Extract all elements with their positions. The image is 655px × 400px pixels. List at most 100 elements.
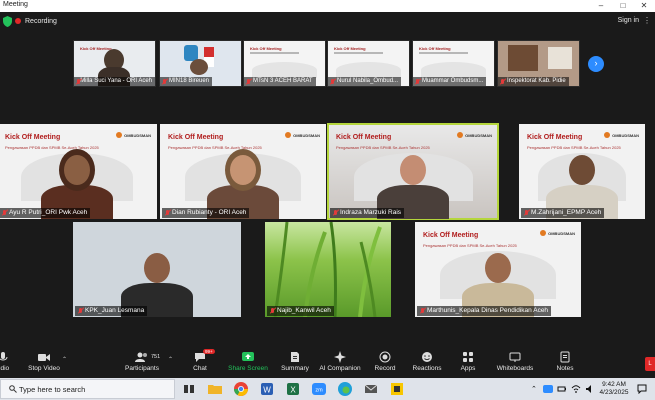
muted-microphone-icon bbox=[76, 78, 81, 85]
video-tile[interactable]: KPK_Juan Lesmana bbox=[73, 222, 241, 317]
muted-microphone-icon bbox=[162, 78, 167, 85]
participant-name-label: Ayu R Putri_ORI Pwk Aceh bbox=[0, 208, 91, 218]
chat-button[interactable]: Chat 99+ bbox=[173, 349, 227, 372]
slide-title: Kick Off Meeting bbox=[527, 134, 583, 141]
gallery-tile[interactable]: Kick Off Meeting MTsN 3 ACEH BARAT bbox=[243, 40, 326, 87]
muted-microphone-icon bbox=[165, 210, 170, 216]
participants-label: Participants bbox=[125, 365, 159, 372]
share-screen-label: Share Screen bbox=[228, 365, 268, 372]
zoom-tray-icon[interactable] bbox=[543, 384, 553, 394]
show-hidden-icons-caret-icon[interactable]: ⌃ bbox=[531, 385, 537, 393]
task-view-icon[interactable] bbox=[181, 381, 197, 397]
participants-button[interactable]: Participants 751 bbox=[115, 351, 169, 372]
edge-icon[interactable] bbox=[337, 381, 353, 397]
participant-name: Indraza Marzuki Rais bbox=[340, 209, 402, 216]
sparkle-icon bbox=[334, 351, 346, 363]
slide-subtitle: Pengawasan PPDB dan SPMB Se-Aceh Tahun 2… bbox=[5, 145, 99, 150]
apps-icon bbox=[463, 352, 473, 362]
video-tile[interactable]: Kick Off Meeting Pengawasan PPDB dan SPMB… bbox=[327, 123, 499, 220]
gallery-tile[interactable]: Kick Off Meeting Nurul Nabila_Ombud... bbox=[327, 40, 410, 87]
share-screen-button[interactable]: Share Screen bbox=[221, 351, 275, 372]
notes-button[interactable]: Notes bbox=[538, 351, 592, 372]
slide-title-thumb: Kick Off Meeting bbox=[250, 46, 282, 51]
participant-head bbox=[144, 253, 170, 283]
participant-name-label: Marthunis_Kepala Dinas Pendidikan Aceh bbox=[417, 306, 552, 316]
stop-video-label: Stop Video bbox=[28, 365, 60, 372]
video-options-caret-icon[interactable]: ⌃ bbox=[62, 356, 67, 363]
muted-microphone-icon bbox=[420, 308, 425, 314]
taskbar-clock[interactable]: 9:42 AM 4/23/2025 bbox=[595, 381, 633, 397]
gallery-tile[interactable]: MIN18 Bireuen bbox=[159, 40, 242, 87]
slide-subtitle: Pengawasan PPDB dan SPMB Se-Aceh Tahun 2… bbox=[527, 145, 621, 150]
file-explorer-icon[interactable] bbox=[207, 381, 223, 397]
video-tile[interactable]: Kick Off Meeting Pengawasan PPDB dan SPMB… bbox=[160, 124, 326, 219]
participant-name-label: Inspektorat Kab. Pidie bbox=[498, 77, 569, 86]
apps-button[interactable]: Apps bbox=[441, 351, 495, 372]
volume-icon[interactable] bbox=[585, 384, 595, 394]
participant-head bbox=[400, 155, 426, 185]
taskbar-search-placeholder: Type here to search bbox=[19, 385, 86, 394]
minimize-button[interactable]: – bbox=[590, 0, 612, 12]
video-tile[interactable]: Kick Off Meeting Pengawasan PPDB dan SPMB… bbox=[519, 124, 645, 219]
video-tile[interactable]: Kick Off Meeting Pengawasan PPDB dan SPMB… bbox=[0, 124, 157, 219]
participant-name: M.Zahrijani_EPMP Aceh bbox=[531, 209, 602, 216]
leave-button[interactable]: L bbox=[645, 357, 655, 371]
word-icon[interactable]: W bbox=[259, 381, 275, 397]
bookshelf-graphic bbox=[508, 45, 538, 71]
participant-name: Nurul Nabila_Ombud... bbox=[337, 78, 399, 84]
window-graphic bbox=[548, 47, 572, 69]
wifi-icon[interactable] bbox=[571, 384, 581, 394]
participants-count: 751 bbox=[151, 354, 161, 360]
clock-date: 4/23/2025 bbox=[599, 389, 629, 396]
battery-icon[interactable] bbox=[557, 384, 567, 394]
window-title-bar: Meeting – □ ✕ bbox=[0, 0, 655, 12]
gallery-tile[interactable]: Kick Off Meeting Milla Suci Yana - ORI Ac… bbox=[73, 40, 156, 87]
sticky-notes-icon[interactable] bbox=[389, 381, 405, 397]
mosque-graphic bbox=[421, 62, 486, 78]
participant-head bbox=[569, 155, 595, 185]
whiteboards-button[interactable]: Whiteboards bbox=[488, 351, 542, 372]
clock-time: 9:42 AM bbox=[602, 381, 626, 388]
participant-name: Inspektorat Kab. Pidie bbox=[507, 78, 566, 84]
zoom-meeting-window: Meeting – □ ✕ Recording Sign in ⋮ Kick O… bbox=[0, 0, 655, 400]
slide-title-thumb: Kick Off Meeting bbox=[80, 46, 112, 51]
system-tray: ⌃ 9:42 AM 4/23/2025 bbox=[531, 380, 651, 398]
sign-in-link[interactable]: Sign in bbox=[618, 17, 639, 24]
svg-text:W: W bbox=[263, 386, 271, 395]
gallery-tile[interactable]: Kick Off Meeting Muammar Ombudsm... bbox=[412, 40, 495, 87]
meeting-controls-toolbar: udio Stop Video ⌃ Participants 751 ⌃ Cha… bbox=[0, 348, 655, 378]
taskbar-search-box[interactable]: Type here to search bbox=[0, 379, 175, 399]
grass-background-image bbox=[273, 222, 382, 317]
participant-name: Najib_Kanwil Aceh bbox=[277, 307, 331, 314]
participant-name: Dian Rubianty - ORI Aceh bbox=[172, 209, 247, 216]
close-window-button[interactable]: ✕ bbox=[633, 0, 655, 12]
participant-name-label: M.Zahrijani_EPMP Aceh bbox=[521, 208, 605, 218]
muted-microphone-icon bbox=[333, 210, 338, 216]
muted-microphone-icon bbox=[500, 78, 505, 85]
muted-microphone-icon bbox=[246, 78, 251, 85]
chat-unread-badge: 99+ bbox=[203, 349, 215, 354]
slide-subtitle: Pengawasan PPDB dan SPMB Se-Aceh Tahun 2… bbox=[336, 145, 430, 150]
maximize-button[interactable]: □ bbox=[612, 0, 634, 12]
recording-label: Recording bbox=[25, 17, 57, 25]
mosque-graphic bbox=[252, 62, 317, 78]
mail-icon[interactable] bbox=[363, 381, 379, 397]
microphone-icon bbox=[0, 352, 8, 361]
next-page-button[interactable]: › bbox=[588, 56, 604, 72]
excel-icon[interactable]: X bbox=[285, 381, 301, 397]
participant-name: Ayu R Putri_ORI Pwk Aceh bbox=[9, 209, 88, 216]
whiteboards-label: Whiteboards bbox=[496, 365, 534, 372]
recording-indicator[interactable]: Recording bbox=[3, 15, 57, 27]
slide-title-thumb: Kick Off Meeting bbox=[334, 46, 366, 51]
more-menu-icon[interactable]: ⋮ bbox=[643, 16, 651, 25]
window-title: Meeting bbox=[3, 1, 28, 8]
chrome-icon[interactable] bbox=[233, 381, 249, 397]
smiley-icon bbox=[422, 352, 432, 362]
gallery-tile[interactable]: Inspektorat Kab. Pidie bbox=[497, 40, 580, 87]
notifications-icon[interactable] bbox=[637, 384, 647, 394]
video-tile[interactable]: Najib_Kanwil Aceh bbox=[265, 222, 391, 317]
participant-head bbox=[485, 253, 511, 283]
mosque-graphic bbox=[336, 62, 401, 78]
video-tile[interactable]: Kick Off Meeting Pengawasan PPDB dan SPMB… bbox=[415, 222, 581, 317]
zoom-app-icon[interactable]: zm bbox=[311, 381, 327, 397]
